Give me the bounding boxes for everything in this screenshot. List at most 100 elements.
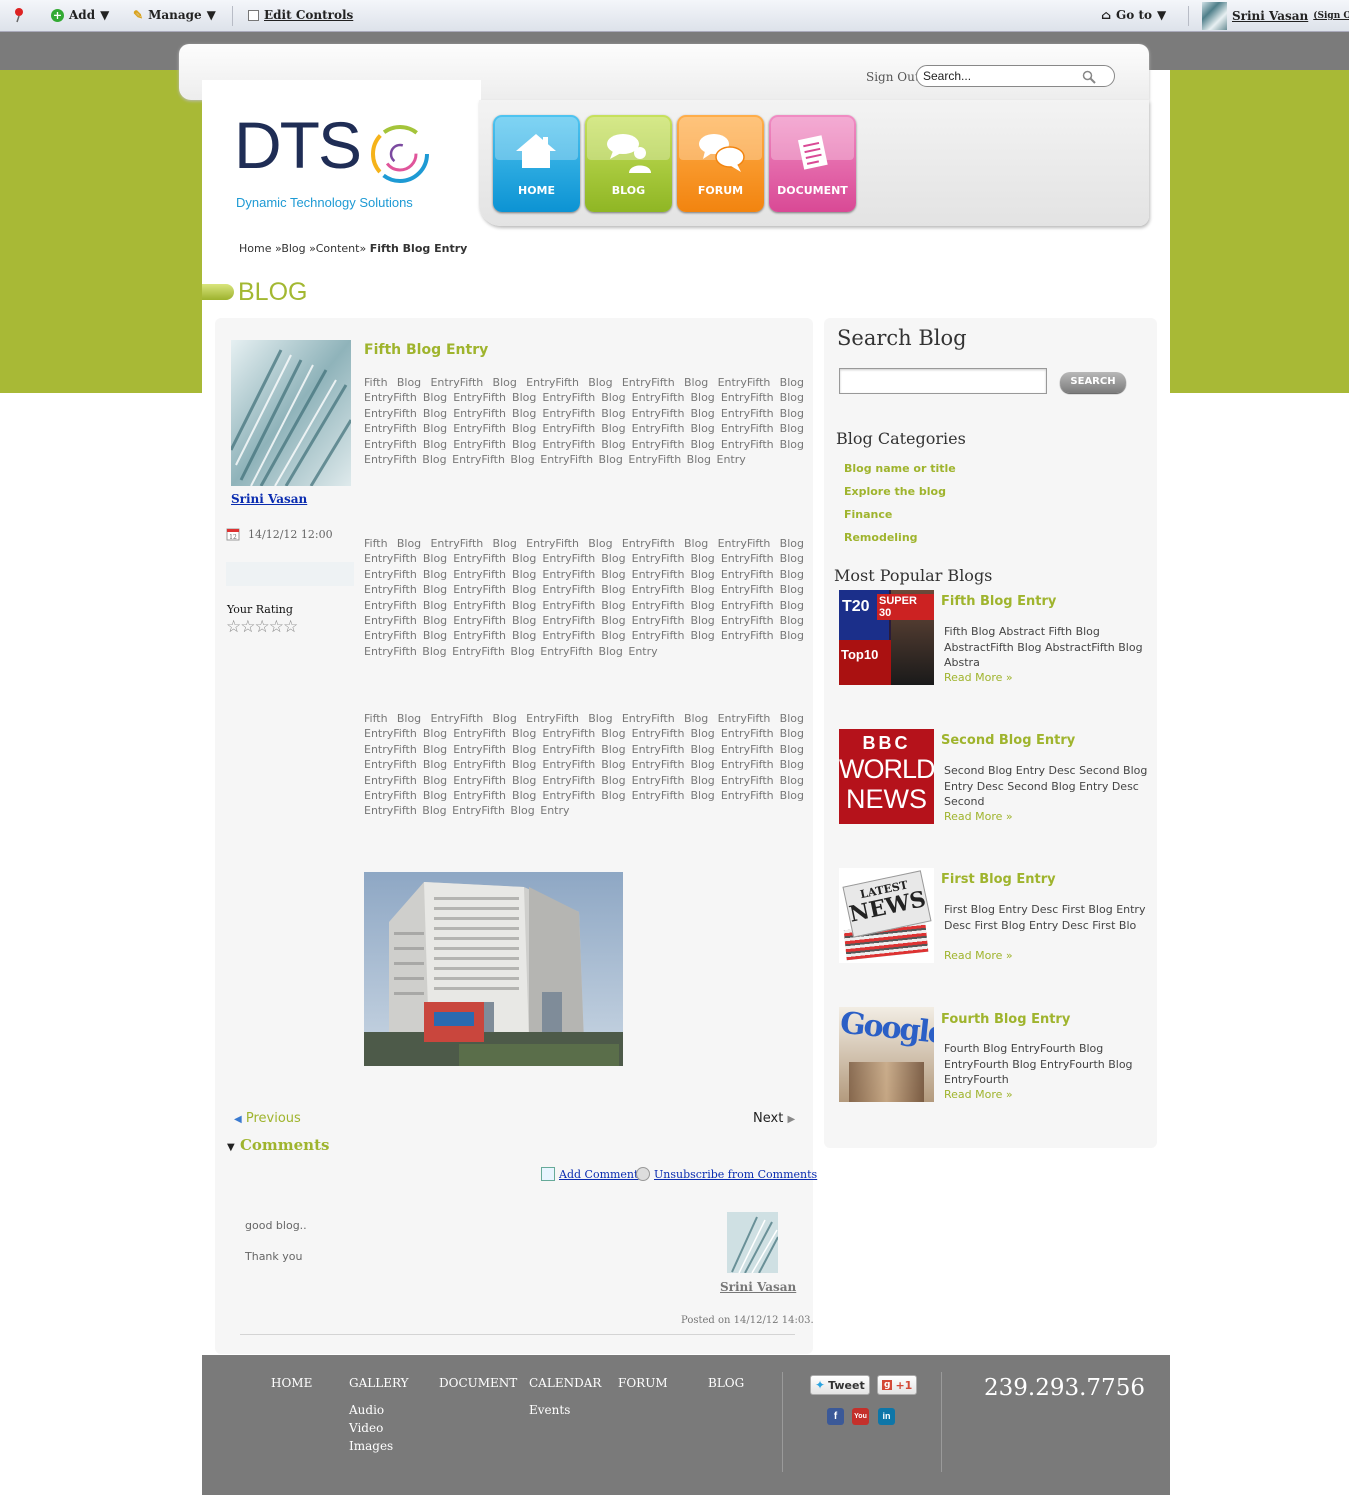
rating-label: Your Rating	[227, 603, 293, 616]
comment-author-link[interactable]: Srini Vasan	[720, 1280, 796, 1294]
popular-post-title[interactable]: Fourth Blog Entry	[941, 1012, 1070, 1027]
house-icon	[516, 134, 556, 168]
youtube-icon[interactable]: You	[852, 1408, 869, 1425]
tweet-button[interactable]: ✦ Tweet	[810, 1375, 870, 1395]
star-rating[interactable]: ☆☆☆☆☆	[226, 617, 298, 637]
read-more-link[interactable]: Read More »	[944, 671, 1013, 684]
linkedin-icon[interactable]: in	[878, 1408, 895, 1425]
chevron-down-icon: ▼	[100, 8, 110, 22]
category-link[interactable]: Explore the blog	[844, 485, 946, 498]
twitter-bird-icon: ✦	[815, 1378, 826, 1392]
collapse-triangle-icon: ▼	[227, 1142, 235, 1153]
footer-nav-gallery[interactable]: GALLERY	[349, 1376, 409, 1390]
nav-document-button[interactable]: DOCUMENT	[769, 115, 856, 212]
home-icon: ⌂	[1101, 8, 1112, 22]
thumb-text: Top10	[841, 647, 879, 662]
comment-posted-date: Posted on 14/12/12 14:03.	[681, 1315, 814, 1326]
sign-out-link[interactable]: (Sign Out)	[1313, 11, 1349, 21]
comment-text: good blog..	[245, 1219, 307, 1232]
popular-thumbnail[interactable]: BBC WORLD NEWS	[839, 729, 934, 824]
popular-post-title[interactable]: First Blog Entry	[941, 872, 1056, 887]
search-blog-heading: Search Blog	[837, 326, 967, 350]
popular-post-title[interactable]: Fifth Blog Entry	[941, 594, 1056, 609]
popular-thumbnail[interactable]: LATEST NEWS	[839, 868, 934, 963]
category-link[interactable]: Finance	[844, 508, 892, 521]
footer-sub-events[interactable]: Events	[529, 1403, 570, 1417]
pushpin-icon[interactable]	[12, 7, 26, 23]
edit-controls-toggle[interactable]: Edit Controls	[248, 8, 353, 22]
category-link[interactable]: Blog name or title	[844, 462, 956, 475]
footer-nav-calendar[interactable]: CALENDAR	[529, 1376, 601, 1390]
edit-controls-checkbox[interactable]	[248, 9, 259, 21]
next-label: Next	[753, 1111, 784, 1126]
tweet-label: Tweet	[828, 1378, 865, 1392]
goto-menu[interactable]: ⌂ Go to ▼	[1101, 8, 1166, 22]
title-pill-decoration	[202, 284, 234, 300]
read-more-link[interactable]: Read More »	[944, 949, 1013, 962]
add-icon: +	[51, 8, 64, 22]
goto-label: Go to	[1116, 8, 1152, 22]
nav-home-button[interactable]: HOME	[493, 115, 580, 212]
add-menu[interactable]: + Add ▼	[51, 8, 109, 22]
post-title: Fifth Blog Entry	[364, 342, 489, 358]
footer-sub-audio[interactable]: Audio	[349, 1403, 384, 1417]
add-label: Add	[69, 8, 96, 22]
speech-bubbles-icon	[699, 134, 745, 172]
breadcrumb-blog[interactable]: Blog	[281, 242, 305, 255]
footer-nav-forum[interactable]: FORUM	[618, 1376, 668, 1390]
nav-forum-button[interactable]: FORUM	[677, 115, 764, 212]
user-name-link[interactable]: Srini Vasan	[1232, 9, 1308, 23]
thumb-text: NEWS	[846, 784, 927, 814]
footer-nav-blog[interactable]: BLOG	[708, 1376, 744, 1390]
add-comment-link[interactable]: Add Comment	[541, 1167, 638, 1181]
search-placeholder: Search...	[923, 69, 972, 83]
post-image-building	[364, 872, 623, 1066]
post-date-text: 14/12/12 12:00	[248, 527, 333, 541]
footer-nav-home[interactable]: HOME	[271, 1376, 312, 1390]
footer-nav-document[interactable]: DOCUMENT	[439, 1376, 517, 1390]
category-link[interactable]: Remodeling	[844, 531, 918, 544]
site-search-input[interactable]: Search...	[916, 65, 1115, 87]
footer-phone-number: 239.293.7756	[984, 1375, 1145, 1401]
footer-sub-images[interactable]: Images	[349, 1439, 393, 1453]
nav-home-label: HOME	[517, 184, 556, 197]
breadcrumb: Home »Blog »Content» Fifth Blog Entry	[239, 242, 467, 255]
popular-post-desc: First Blog Entry Desc First Blog Entry D…	[944, 903, 1146, 932]
previous-post-link[interactable]: ◀ Previous	[234, 1111, 301, 1126]
next-post-link[interactable]: Next ▶	[753, 1111, 795, 1126]
popular-thumbnail[interactable]: T20 SUPER 30 Top10	[839, 590, 934, 685]
comments-heading[interactable]: ▼ Comments	[227, 1136, 329, 1154]
facebook-icon[interactable]: f	[827, 1408, 844, 1425]
manage-menu[interactable]: ✎ Manage ▼	[133, 8, 216, 22]
blog-search-input[interactable]	[839, 368, 1047, 394]
author-name-link[interactable]: Srini Vasan	[231, 492, 307, 506]
nav-blog-button[interactable]: BLOG	[585, 115, 672, 212]
breadcrumb-separator: »	[359, 242, 367, 255]
breadcrumb-content[interactable]: Content	[316, 242, 360, 255]
blog-search-button[interactable]: SEARCH	[1060, 372, 1126, 393]
post-paragraph: Fifth Blog EntryFifth Blog EntryFifth Bl…	[364, 537, 804, 658]
popular-thumbnail[interactable]: Google	[839, 1007, 934, 1102]
sign-out-link[interactable]: Sign Out	[866, 70, 920, 84]
read-more-link[interactable]: Read More »	[944, 810, 1013, 823]
user-menu[interactable]: Srini Vasan (Sign Out)	[1202, 2, 1349, 30]
footer-sub-video[interactable]: Video	[349, 1421, 383, 1435]
commenter-avatar[interactable]	[727, 1212, 778, 1273]
breadcrumb-home[interactable]: Home	[239, 242, 271, 255]
logo-wordmark[interactable]: DTS	[234, 112, 362, 178]
thumb-text: SUPER 30	[877, 594, 934, 620]
unsubscribe-link[interactable]: Unsubscribe from Comments	[636, 1167, 817, 1181]
google-plus-one-button[interactable]: g +1	[877, 1375, 918, 1395]
search-icon[interactable]	[1082, 70, 1096, 87]
manage-label: Manage	[148, 8, 202, 22]
unsubscribe-icon	[636, 1167, 650, 1181]
nav-forum-label: FORUM	[697, 184, 744, 197]
post-tags-box	[226, 562, 354, 586]
read-more-link[interactable]: Read More »	[944, 1088, 1013, 1101]
comments-heading-text: Comments	[239, 1136, 330, 1154]
author-photo[interactable]	[231, 340, 351, 486]
documents-icon	[797, 135, 828, 170]
popular-post-title[interactable]: Second Blog Entry	[941, 733, 1075, 748]
nav-document-label: DOCUMENT	[777, 184, 848, 197]
popular-post-desc: Fourth Blog EntryFourth Blog EntryFourth…	[944, 1042, 1133, 1086]
